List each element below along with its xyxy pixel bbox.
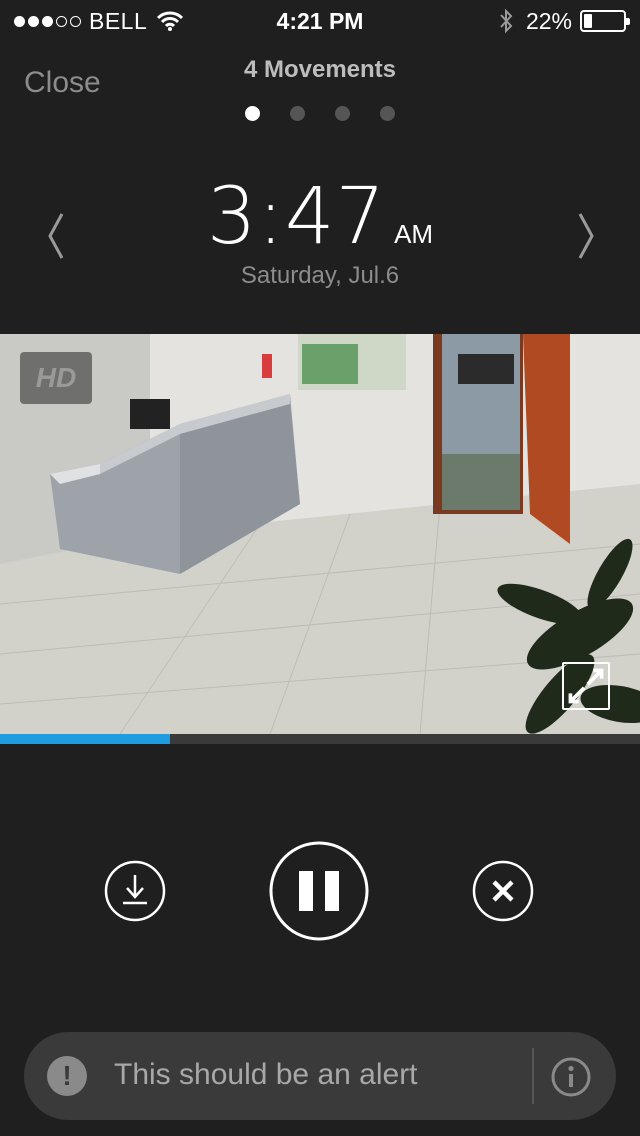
playback-progress-fill (0, 734, 170, 744)
page-title: 4 Movements (243, 56, 397, 83)
chevron-right-icon[interactable] (566, 206, 606, 266)
battery-icon (580, 10, 630, 32)
download-icon[interactable] (104, 860, 166, 922)
fullscreen-icon[interactable] (562, 662, 610, 710)
info-icon[interactable] (550, 1056, 592, 1098)
page-dot-2[interactable] (290, 106, 305, 121)
battery-percent: 22% (525, 7, 572, 34)
page-dot-1[interactable] (245, 106, 260, 121)
camera-frame-image (0, 334, 640, 734)
pause-icon[interactable] (268, 840, 370, 942)
event-date: Saturday, Jul.6 (240, 262, 400, 289)
event-ampm: AM (394, 219, 434, 249)
hd-badge[interactable]: HD (20, 352, 92, 404)
alert-message: This should be an alert (114, 1058, 418, 1091)
event-minute: 47 (284, 172, 387, 262)
event-hour: 3 (206, 172, 258, 262)
exclamation-icon: ! (47, 1056, 87, 1096)
playback-progress-bar[interactable] (0, 734, 640, 744)
close-icon[interactable] (472, 860, 534, 922)
bluetooth-icon (500, 8, 513, 34)
status-right: 22% (498, 7, 630, 34)
alert-banner: ! This should be an alert (24, 1032, 616, 1120)
time-colon-icon: : (257, 172, 285, 262)
video-player[interactable]: HD (0, 334, 640, 734)
event-time: 3:47 AM (0, 172, 640, 262)
page-dot-3[interactable] (335, 106, 350, 121)
alert-divider (532, 1048, 534, 1104)
status-bar: BELL 4:21 PM 22% (0, 0, 640, 42)
page-indicator[interactable] (0, 106, 640, 121)
page-dot-4[interactable] (380, 106, 395, 121)
